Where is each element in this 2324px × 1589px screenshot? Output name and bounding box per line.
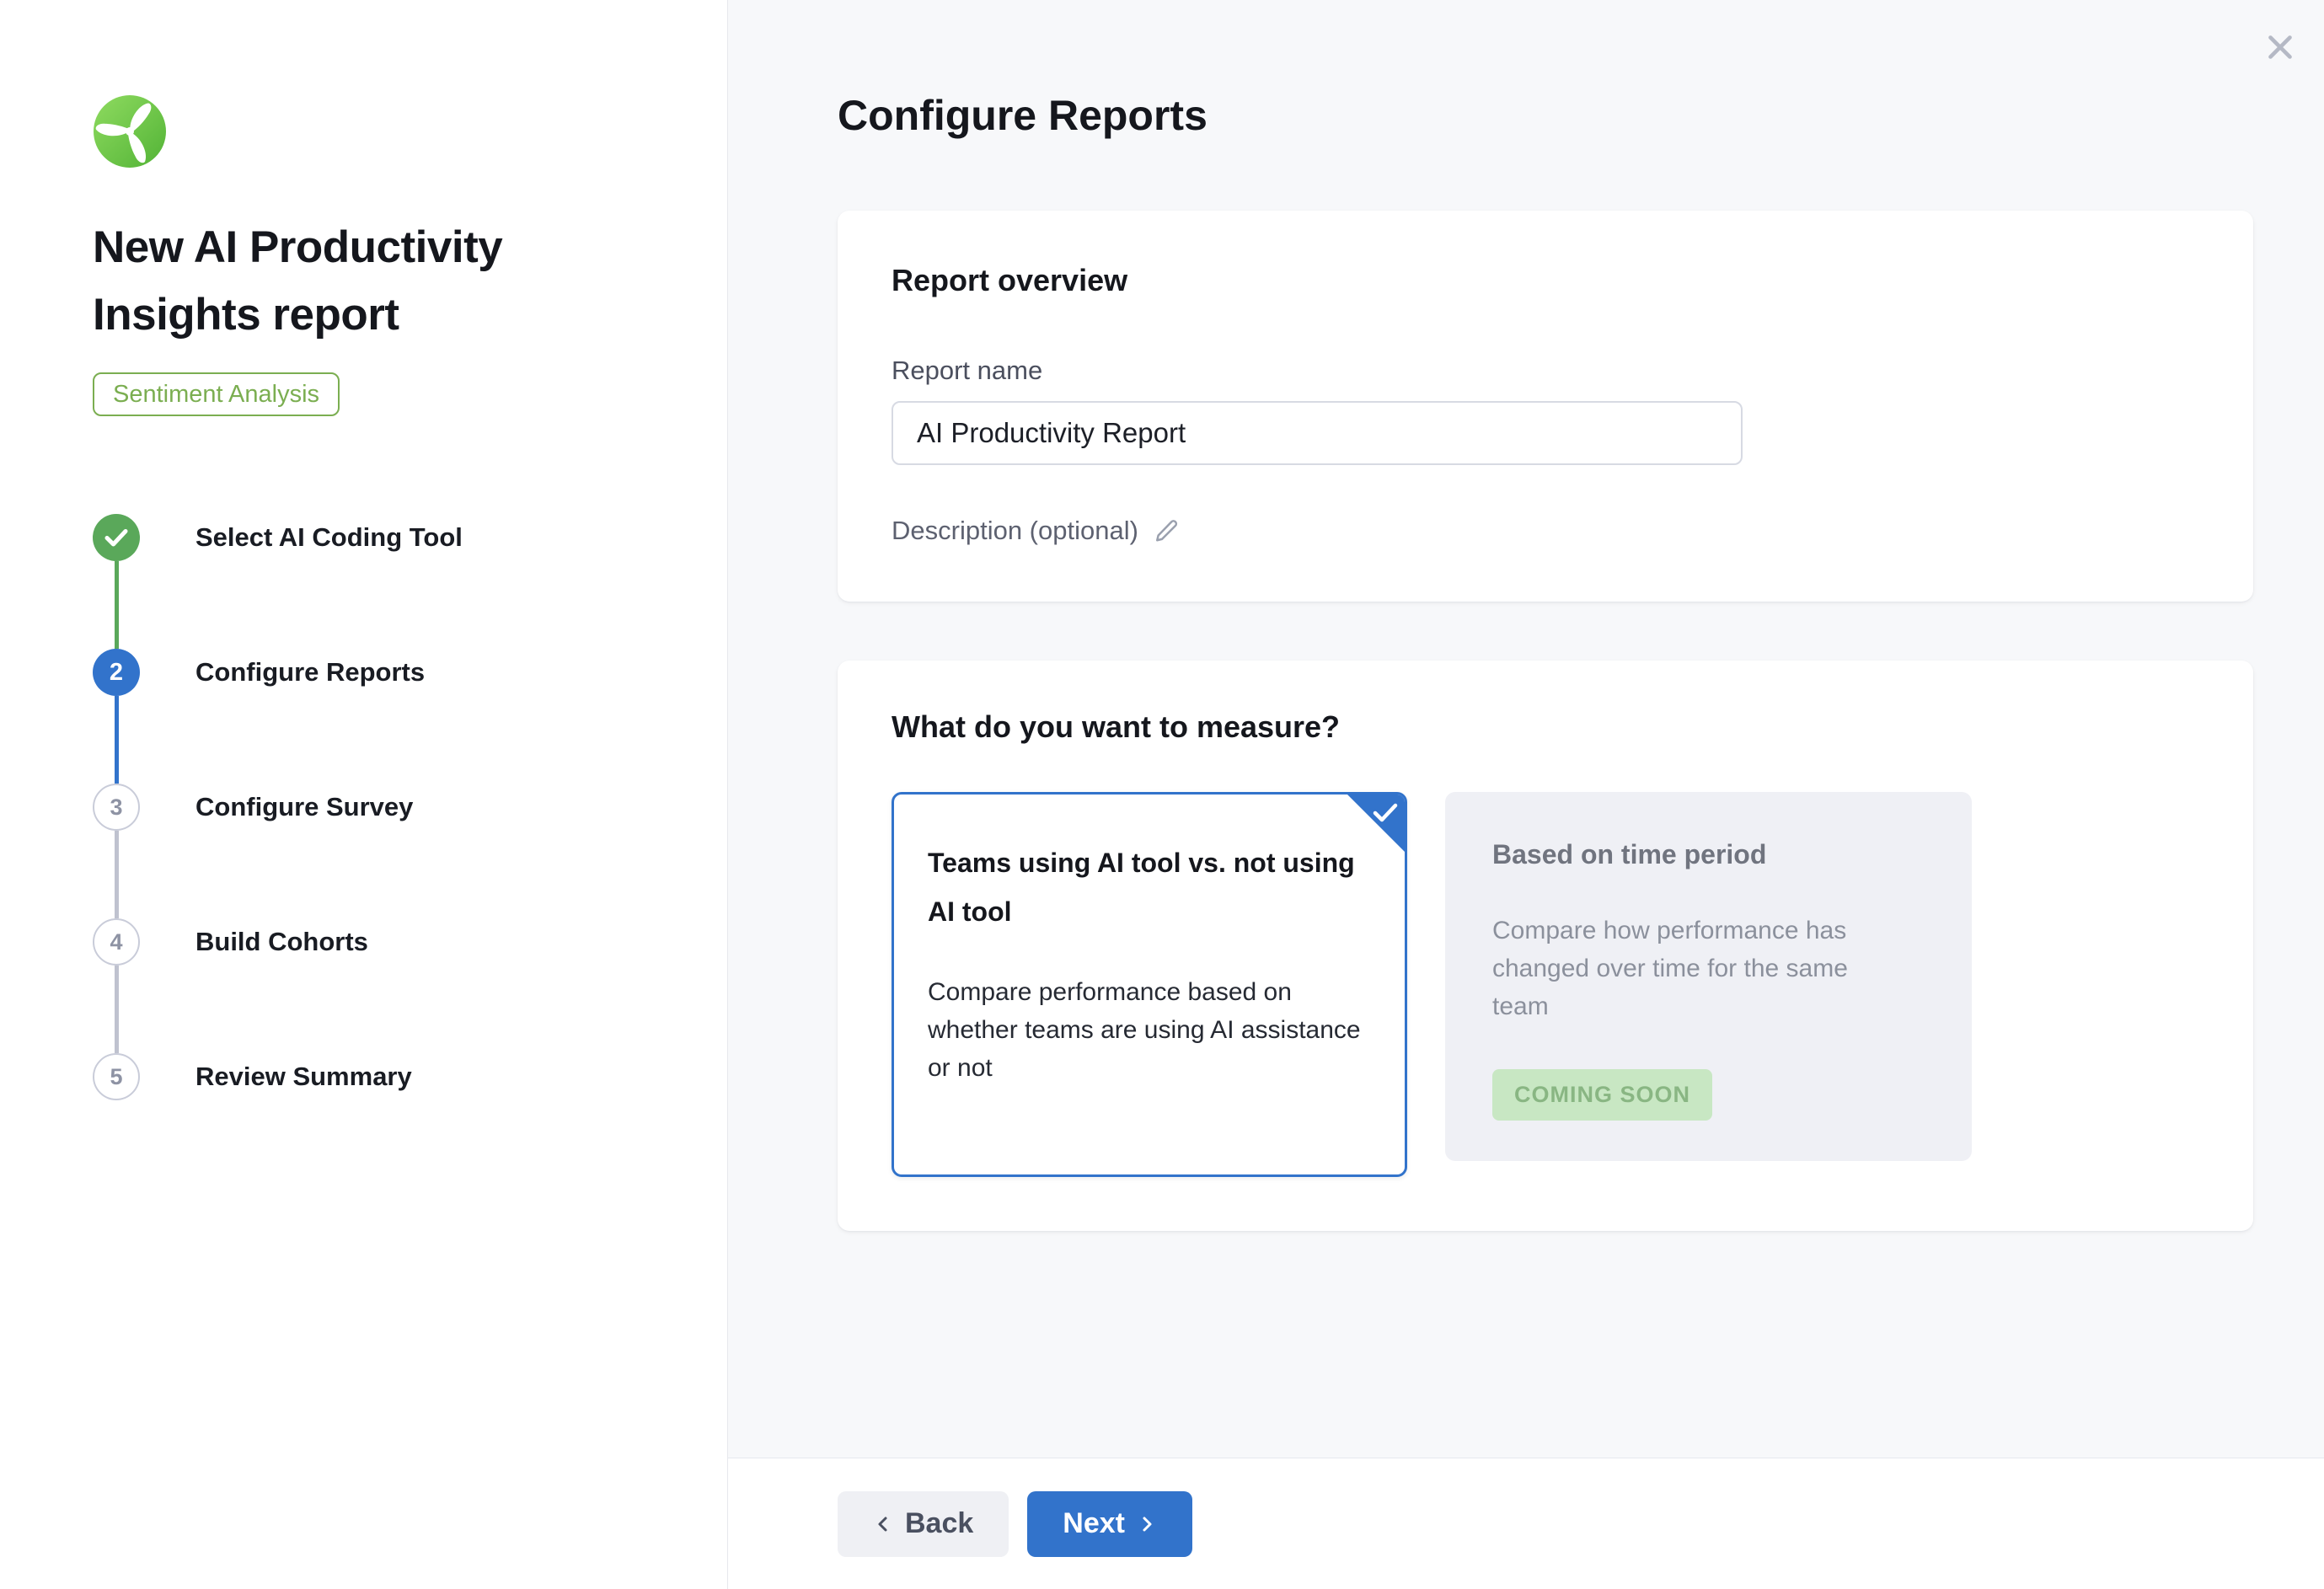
coming-soon-badge: COMING SOON [1492,1069,1712,1121]
main-panel: Configure Reports Report overview Report… [728,0,2324,1458]
stepper-connector [115,966,119,1053]
step-number: 3 [93,784,140,831]
stepper-step-configure-survey[interactable]: 3 Configure Survey [93,784,693,831]
measure-options: Teams using AI tool vs. not using AI too… [892,792,2199,1177]
stepper-step-build-cohorts[interactable]: 4 Build Cohorts [93,918,693,966]
main-column: Configure Reports Report overview Report… [728,0,2324,1589]
step-label: Configure Survey [195,792,413,822]
stepper-step-select-ai-coding-tool[interactable]: Select AI Coding Tool [93,514,693,561]
sentiment-analysis-badge: Sentiment Analysis [93,372,340,416]
stepper: Select AI Coding Tool 2 Configure Report… [93,514,693,1100]
description-optional-label: Description (optional) [892,516,1138,546]
selected-check-icon [1372,802,1399,824]
propeller-logo-icon [93,94,167,169]
step-number: 5 [93,1053,140,1100]
report-name-label: Report name [892,356,2199,386]
stepper-connector [115,561,119,649]
description-optional-button[interactable]: Description (optional) [892,516,1179,546]
next-button[interactable]: Next [1027,1491,1192,1557]
step-label: Select AI Coding Tool [195,522,463,553]
report-overview-card: Report overview Report name Description … [838,211,2253,602]
stepper-step-review-summary[interactable]: 5 Review Summary [93,1053,693,1100]
option-title: Based on time period [1492,837,1871,871]
measure-heading: What do you want to measure? [892,709,2199,745]
option-title: Teams using AI tool vs. not using AI too… [928,838,1371,936]
edit-pencil-icon [1154,518,1179,543]
report-name-input[interactable] [892,401,1743,465]
back-button-label: Back [905,1507,973,1540]
chevron-right-icon [1137,1514,1157,1534]
chevron-left-icon [873,1514,893,1534]
step-number: 4 [93,918,140,966]
stepper-step-configure-reports[interactable]: 2 Configure Reports [93,649,693,696]
step-label: Review Summary [195,1062,412,1092]
option-teams-vs-not-using-ai[interactable]: Teams using AI tool vs. not using AI too… [892,792,1407,1177]
back-button[interactable]: Back [838,1491,1009,1557]
wizard-title: New AI Productivity Insights report [93,214,615,349]
option-description: Compare how performance has changed over… [1492,912,1871,1025]
stepper-connector [115,696,119,784]
wizard-footer: Back Next [728,1458,2324,1589]
sidebar: New AI Productivity Insights report Sent… [0,0,728,1589]
report-overview-heading: Report overview [892,263,2199,298]
close-icon [2261,28,2300,67]
option-description: Compare performance based on whether tea… [928,973,1371,1087]
step-done-check-icon [93,514,140,561]
next-button-label: Next [1063,1507,1125,1540]
measure-card: What do you want to measure? Teams using… [838,661,2253,1231]
stepper-connector [115,831,119,918]
close-button[interactable] [2257,24,2304,71]
option-based-on-time-period: Based on time period Compare how perform… [1445,792,1972,1161]
step-label: Configure Reports [195,657,425,687]
step-label: Build Cohorts [195,927,368,957]
page-title: Configure Reports [838,91,2253,140]
step-number: 2 [93,649,140,696]
